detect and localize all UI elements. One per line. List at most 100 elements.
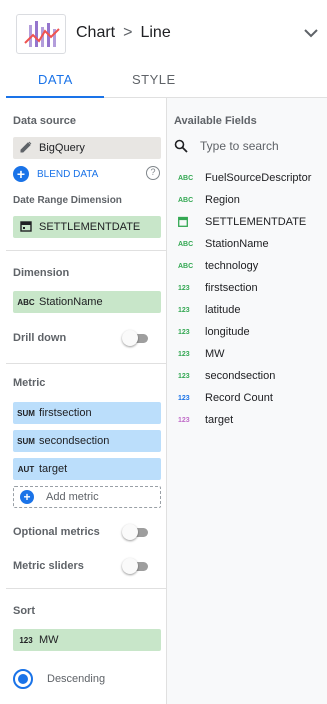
tab-style[interactable]: STYLE [132,72,176,87]
field-name: longitude [205,326,250,338]
field-item[interactable]: 123 Record Count [178,387,323,409]
sort-field: MW [39,634,59,646]
metric-sliders-label: Metric sliders [13,560,84,572]
field-item[interactable]: ABC FuelSourceDescriptor [178,167,323,189]
number-type-icon: 123 [178,394,190,402]
plus-circle-icon: + [20,490,34,504]
field-name: StationName [205,238,269,250]
dimension-field: StationName [39,296,103,308]
drill-down-label: Drill down [13,332,67,344]
text-type-icon: ABC [178,196,194,204]
data-source-label: Data source [13,115,76,127]
breadcrumb-separator: > [123,24,133,41]
available-fields-panel: Available Fields ABC FuelSourceDescripto… [167,98,327,704]
metric-sliders-toggle[interactable] [122,558,150,574]
field-name: secondsection [205,370,276,382]
drill-down-toggle[interactable] [122,330,150,346]
metric-aggregation-badge: AUT [17,464,35,474]
text-type-icon: ABC [178,174,194,182]
section-divider [6,250,167,251]
available-fields-title: Available Fields [174,115,257,127]
data-source-name: BigQuery [39,142,85,154]
number-type-icon: 123 [178,350,190,358]
plus-circle-icon: + [13,166,29,182]
radio-selected-icon[interactable] [13,669,33,689]
chart-label: Chart [76,24,116,41]
number-type-icon: 123 [178,372,190,380]
toggle-knob [122,524,138,540]
calendar-icon [178,216,205,229]
sort-label: Sort [13,605,35,617]
field-name: target [205,414,234,426]
data-config-panel: Data source BigQuery + BLEND DATA ? Date… [6,98,167,704]
field-item[interactable]: 123 secondsection [178,365,323,387]
field-item[interactable]: 123 MW [178,343,323,365]
field-item[interactable]: SETTLEMENTDATE [178,211,323,233]
optional-metrics-toggle[interactable] [122,524,150,540]
search-icon [174,139,188,153]
dimension-label: Dimension [13,267,70,279]
metric-aggregation-badge: SUM [17,408,35,418]
field-item[interactable]: ABC Region [178,189,323,211]
calendar-icon [13,220,39,234]
number-type-icon: 123 [178,306,190,314]
blend-data-label: BLEND DATA [37,168,99,180]
chart-subtype-label: Line [140,24,171,41]
number-type-icon: 123 [178,284,190,292]
field-item[interactable]: 123 target [178,409,323,431]
field-item[interactable]: 123 longitude [178,321,323,343]
metric-chip[interactable]: AUT target [13,458,161,480]
data-source-chip[interactable]: BigQuery [13,137,161,159]
field-item[interactable]: ABC StationName [178,233,323,255]
field-name: Region [205,194,240,206]
chart-header[interactable]: Chart > Line [6,6,327,62]
metric-chip[interactable]: SUM firstsection [13,402,161,424]
date-range-label: Date Range Dimension [13,195,122,206]
number-type-icon: 123 [178,328,190,336]
sort-order-option[interactable]: Descending [13,669,105,689]
help-icon[interactable]: ? [146,166,160,180]
metric-field: target [39,463,68,475]
panel-tabs: DATA STYLE [6,62,327,98]
date-range-chip[interactable]: SETTLEMENTDATE [13,216,161,238]
add-metric-button[interactable]: + Add metric [13,486,161,508]
chevron-down-icon[interactable] [303,25,319,41]
field-item[interactable]: 123 firstsection [178,277,323,299]
sort-order-label: Descending [47,673,106,685]
field-list: ABC FuelSourceDescriptor ABC Region SETT… [178,167,323,431]
date-range-field: SETTLEMENTDATE [39,221,141,233]
metric-chip[interactable]: SUM secondsection [13,430,161,452]
text-type-icon: ABC [178,262,194,270]
field-name: FuelSourceDescriptor [205,172,312,184]
section-divider [6,363,167,364]
field-item[interactable]: 123 latitude [178,299,323,321]
sort-type-badge: 123 [19,635,33,645]
text-type-icon: ABC [178,240,194,248]
field-search [174,136,321,156]
toggle-knob [122,330,138,346]
blend-data-button[interactable]: + BLEND DATA [13,166,98,182]
field-name: MW [205,348,225,360]
pencil-icon[interactable] [13,140,39,156]
metric-aggregation-badge: SUM [17,436,35,446]
line-chart-thumbnail-icon [16,14,66,54]
sort-field-chip[interactable]: 123 MW [13,629,161,651]
field-name: firstsection [205,282,258,294]
field-search-input[interactable] [200,139,310,153]
metric-field: firstsection [39,407,92,419]
dimension-chip[interactable]: ABC StationName [13,291,161,313]
field-name: technology [205,260,259,272]
field-name: latitude [205,304,241,316]
tab-data[interactable]: DATA [38,72,73,87]
field-item[interactable]: ABC technology [178,255,323,277]
field-name: SETTLEMENTDATE [205,216,307,228]
toggle-knob [122,558,138,574]
add-metric-label: Add metric [46,491,99,503]
metric-field: secondsection [39,435,110,447]
optional-metrics-label: Optional metrics [13,526,100,538]
chart-type-title: Chart > Line [76,24,171,42]
field-name: Record Count [205,392,273,404]
number-type-icon: 123 [178,416,190,424]
dimension-type-badge: ABC [17,297,35,307]
section-divider [6,588,167,589]
